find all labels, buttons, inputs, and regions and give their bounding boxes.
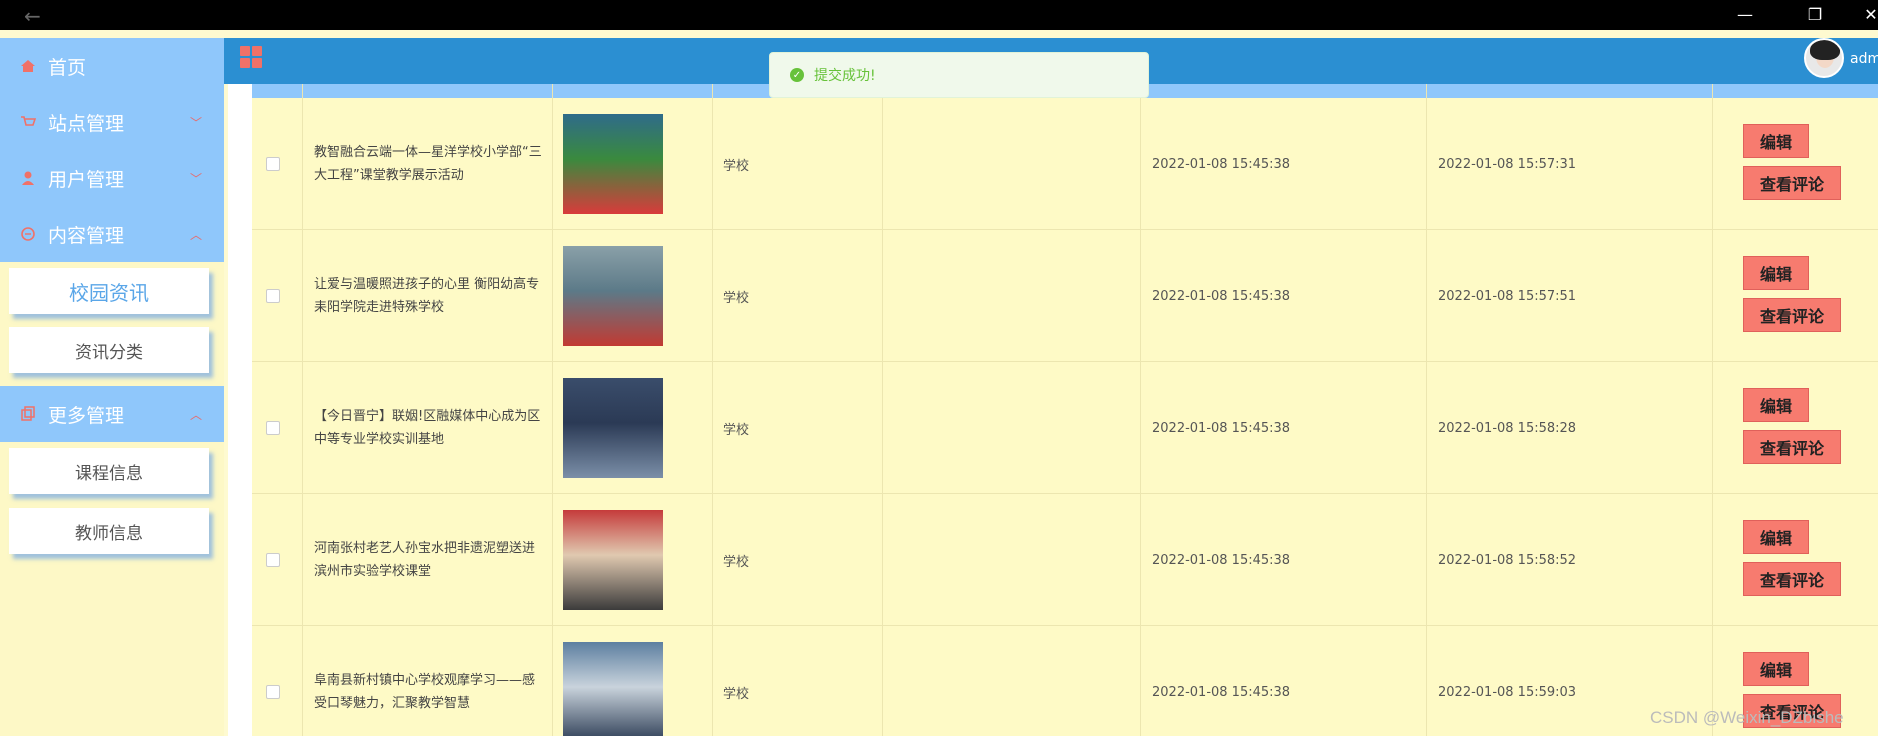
chevron-down-icon: ﹀ — [189, 116, 202, 130]
chevron-down-icon: ﹀ — [189, 172, 202, 186]
edit-button[interactable]: 编辑 — [1743, 256, 1809, 290]
thumbnail-cell — [563, 98, 703, 230]
row-checkbox-cell — [266, 98, 296, 230]
edit-button[interactable]: 编辑 — [1743, 520, 1809, 554]
edit-button[interactable]: 编辑 — [1743, 652, 1809, 686]
news-title: 【今日晋宁】联姻!区融媒体中心成为区中等专业学校实训基地 — [314, 409, 541, 447]
view-comments-button[interactable]: 查看评论 — [1743, 298, 1841, 332]
created-time: 2022-01-08 15:45:38 — [1152, 420, 1291, 436]
table-row: 阜南县新村镇中心学校观摩学习——感受口琴魅力，汇聚教学智慧 学校 2022-01-0… — [252, 626, 1878, 736]
created-time: 2022-01-08 15:45:38 — [1152, 552, 1291, 568]
chat-icon — [21, 227, 35, 241]
row-checkbox-cell — [266, 494, 296, 626]
news-thumbnail — [563, 246, 663, 346]
table-left-gutter — [228, 84, 252, 736]
chevron-up-icon: ︿ — [189, 408, 202, 422]
sidebar: 首页 站点管理 ﹀ 用户管理 ﹀ 内容管理 ︿ 校园资讯 资讯分类 更多管理 ︿… — [0, 38, 224, 736]
avatar[interactable] — [1804, 38, 1844, 78]
sidebar-item-label: 用户管理 — [48, 168, 125, 191]
watermark: CSDN @Weixin_DZbishe — [1650, 708, 1844, 727]
news-thumbnail — [563, 114, 663, 214]
view-comments-button[interactable]: 查看评论 — [1743, 166, 1841, 200]
sidebar-item-label: 内容管理 — [48, 224, 125, 247]
minimize-icon[interactable]: — — [1730, 5, 1760, 24]
news-thumbnail — [563, 510, 663, 610]
edit-button[interactable]: 编辑 — [1743, 388, 1809, 422]
sidebar-item-users[interactable]: 用户管理 ﹀ — [0, 150, 224, 206]
table-row: 【今日晋宁】联姻!区融媒体中心成为区中等专业学校实训基地 学校 2022-01-08… — [252, 362, 1878, 494]
restore-icon[interactable]: ❐ — [1800, 5, 1830, 24]
chevron-up-icon: ︿ — [189, 228, 202, 242]
sidebar-item-site[interactable]: 站点管理 ﹀ — [0, 94, 224, 150]
sidebar-item-label: 站点管理 — [48, 112, 125, 135]
updated-time: 2022-01-08 15:58:28 — [1438, 420, 1577, 436]
row-checkbox[interactable] — [266, 553, 280, 567]
table-row: 教智融合云端一体—星洋学校小学部“三大工程”课堂教学展示活动 学校 2022-01-… — [252, 98, 1878, 230]
news-type: 学校 — [723, 158, 750, 174]
copy-icon — [21, 406, 35, 421]
cart-icon — [21, 116, 36, 126]
news-title: 河南张村老艺人孙宝水把非遗泥塑送进滨州市实验学校课堂 — [314, 541, 536, 579]
edit-button[interactable]: 编辑 — [1743, 124, 1809, 158]
sidebar-subitem-news-category[interactable]: 资讯分类 — [9, 327, 209, 373]
row-checkbox[interactable] — [266, 685, 280, 699]
news-thumbnail — [563, 378, 663, 478]
check-circle-icon: ✓ — [790, 68, 804, 82]
sidebar-item-home[interactable]: 首页 — [0, 38, 224, 94]
back-arrow-icon[interactable]: ← — [24, 4, 41, 28]
news-type: 学校 — [723, 422, 750, 438]
thumbnail-cell — [563, 362, 703, 494]
row-checkbox-cell — [266, 230, 296, 362]
thumbnail-cell — [563, 626, 703, 736]
sidebar-item-label: 首页 — [48, 56, 87, 79]
apps-grid-icon[interactable] — [240, 46, 262, 68]
sidebar-item-label: 更多管理 — [48, 404, 125, 427]
row-checkbox[interactable] — [266, 157, 280, 171]
view-comments-button[interactable]: 查看评论 — [1743, 430, 1841, 464]
toast-message: 提交成功! — [814, 68, 876, 84]
sidebar-item-more[interactable]: 更多管理 ︿ — [0, 386, 224, 442]
row-checkbox-cell — [266, 362, 296, 494]
row-checkbox-cell — [266, 626, 296, 736]
table-row: 让爱与温暖照进孩子的心里 衡阳幼高专耒阳学院走进特殊学校 学校 2022-01-08… — [252, 230, 1878, 362]
user-icon — [22, 171, 34, 185]
sidebar-subitem-teacher[interactable]: 教师信息 — [9, 508, 209, 554]
sidebar-subitem-news[interactable]: 校园资讯 — [9, 268, 209, 314]
news-title: 教智融合云端一体—星洋学校小学部“三大工程”课堂教学展示活动 — [314, 145, 542, 183]
row-checkbox[interactable] — [266, 289, 280, 303]
updated-time: 2022-01-08 15:57:31 — [1438, 156, 1577, 172]
close-icon[interactable]: ✕ — [1856, 5, 1878, 24]
created-time: 2022-01-08 15:45:38 — [1152, 156, 1291, 172]
news-title: 阜南县新村镇中心学校观摩学习——感受口琴魅力，汇聚教学智慧 — [314, 673, 536, 711]
news-title: 让爱与温暖照进孩子的心里 衡阳幼高专耒阳学院走进特殊学校 — [314, 277, 540, 315]
username[interactable]: admi — [1850, 51, 1878, 67]
view-comments-button[interactable]: 查看评论 — [1743, 562, 1841, 596]
news-table: 教智融合云端一体—星洋学校小学部“三大工程”课堂教学展示活动 学校 2022-01-… — [252, 84, 1878, 736]
news-type: 学校 — [723, 290, 750, 306]
thumbnail-cell — [563, 230, 703, 362]
sidebar-item-content[interactable]: 内容管理 ︿ — [0, 206, 224, 262]
news-type: 学校 — [723, 686, 750, 702]
created-time: 2022-01-08 15:45:38 — [1152, 288, 1291, 304]
created-time: 2022-01-08 15:45:38 — [1152, 684, 1291, 700]
news-thumbnail — [563, 642, 663, 736]
home-icon — [21, 60, 35, 72]
thumbnail-cell — [563, 494, 703, 626]
news-type: 学校 — [723, 554, 750, 570]
row-checkbox[interactable] — [266, 421, 280, 435]
updated-time: 2022-01-08 15:58:52 — [1438, 552, 1577, 568]
table-row: 河南张村老艺人孙宝水把非遗泥塑送进滨州市实验学校课堂 学校 2022-01-08 1… — [252, 494, 1878, 626]
updated-time: 2022-01-08 15:57:51 — [1438, 288, 1577, 304]
success-toast: ✓ 提交成功! — [769, 52, 1149, 98]
window-titlebar: ← — ❐ ✕ — [0, 0, 1878, 30]
sidebar-subitem-course[interactable]: 课程信息 — [9, 448, 209, 494]
